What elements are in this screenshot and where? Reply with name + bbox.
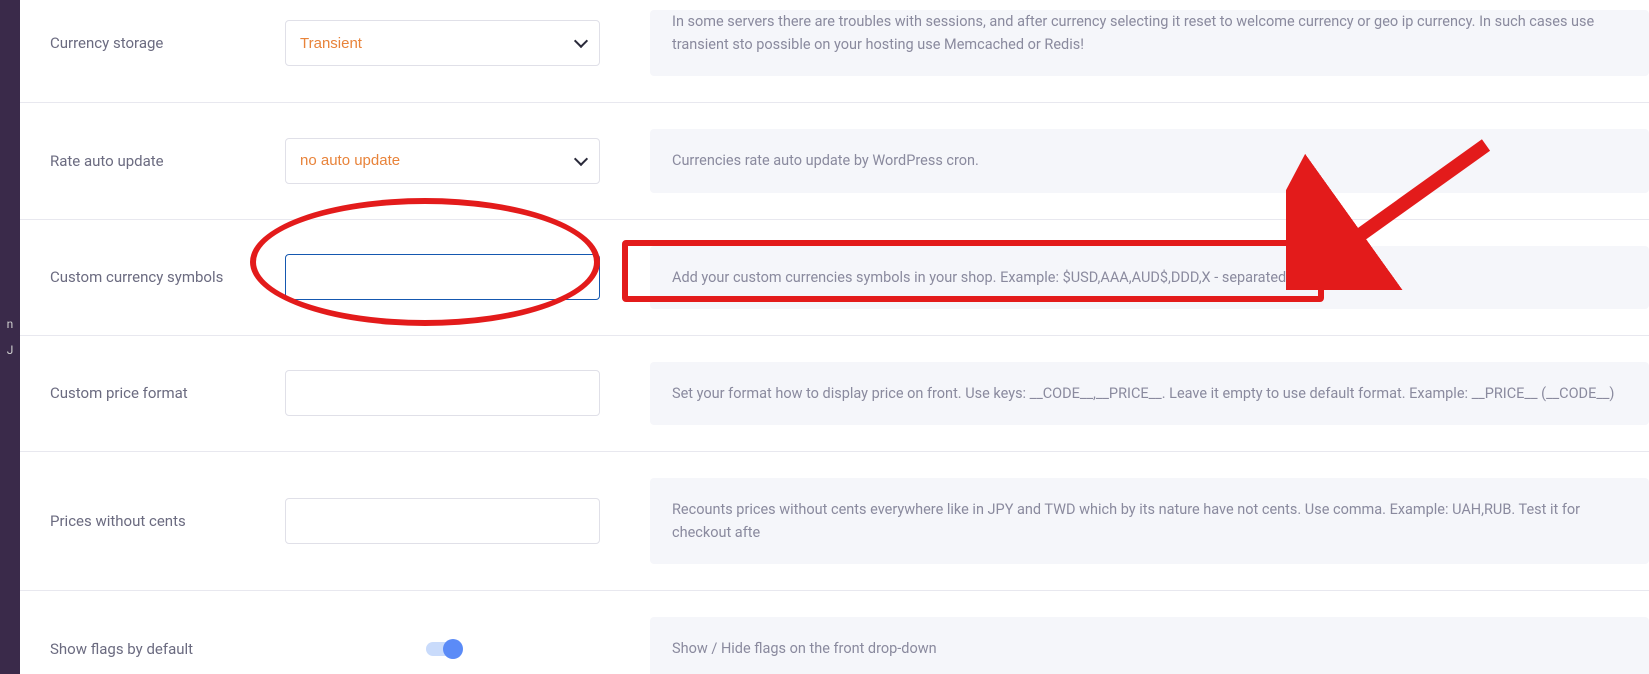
help-show-flags: Show / Hide flags on the front drop-down [650,617,1649,674]
row-custom-symbols: Custom currency symbols Add your custom … [20,220,1649,336]
label-currency-storage: Currency storage [50,34,285,52]
row-prices-without-cents: Prices without cents Recounts prices wit… [20,452,1649,591]
help-prices-without-cents: Recounts prices without cents everywhere… [650,478,1649,564]
settings-panel: Currency storage Transient In some serve… [20,0,1649,674]
row-rate-auto-update: Rate auto update no auto update Currenci… [20,103,1649,219]
label-rate-auto-update: Rate auto update [50,152,285,170]
row-custom-price-format: Custom price format Set your format how … [20,336,1649,452]
label-custom-price-format: Custom price format [50,384,285,402]
input-custom-symbols[interactable] [285,254,600,300]
help-currency-storage: In some servers there are troubles with … [650,10,1649,76]
label-custom-symbols: Custom currency symbols [50,268,285,286]
admin-sidebar-fragment: n J [0,0,20,674]
help-rate-auto-update: Currencies rate auto update by WordPress… [650,129,1649,192]
toggle-show-flags[interactable] [426,642,460,656]
select-currency-storage[interactable]: Transient [285,20,600,66]
row-currency-storage: Currency storage Transient In some serve… [20,0,1649,103]
label-show-flags: Show flags by default [50,640,285,658]
row-show-flags: Show flags by default Show / Hide flags … [20,591,1649,674]
label-prices-without-cents: Prices without cents [50,512,285,530]
input-prices-without-cents[interactable] [285,498,600,544]
input-custom-price-format[interactable] [285,370,600,416]
help-custom-symbols: Add your custom currencies symbols in yo… [650,246,1649,309]
help-custom-price-format: Set your format how to display price on … [650,362,1649,425]
select-rate-auto-update[interactable]: no auto update [285,138,600,184]
